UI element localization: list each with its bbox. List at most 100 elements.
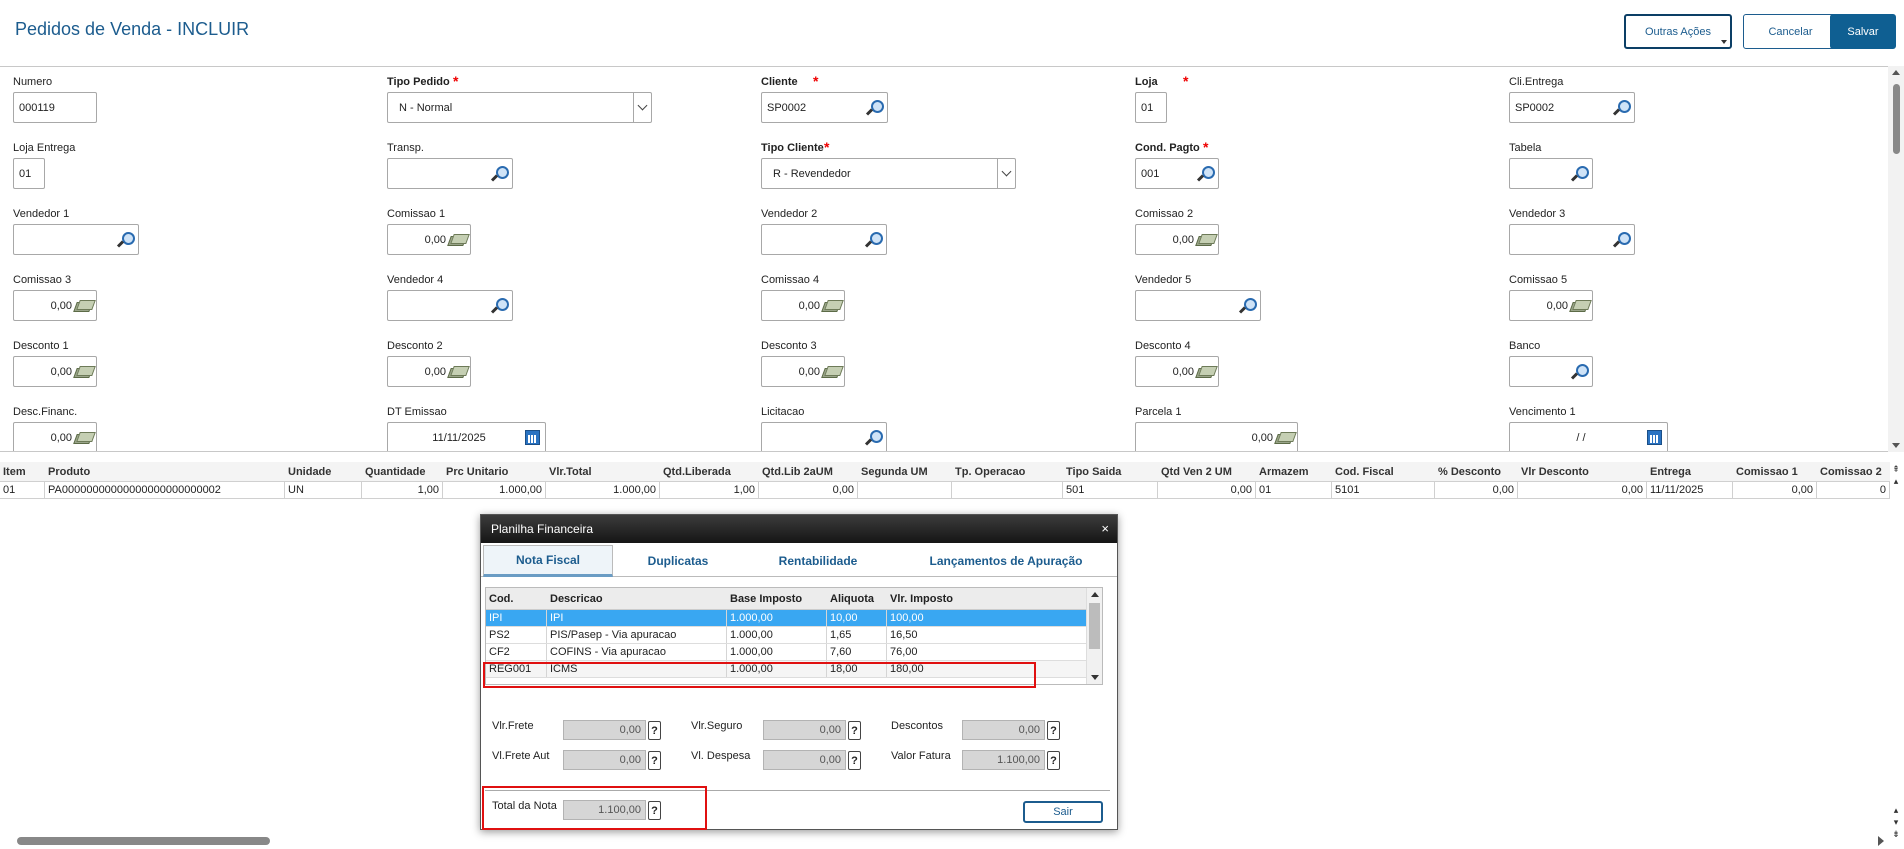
dt-emissao-input[interactable]: 11/11/2025 (387, 422, 546, 451)
cell-comissao-1[interactable]: 0,00 (1733, 482, 1817, 499)
col-quantidade[interactable]: Quantidade (362, 462, 443, 481)
comissao2-input[interactable]: 0,00 (1135, 224, 1219, 255)
cell-tp-operacao[interactable] (952, 482, 1063, 499)
search-icon[interactable] (867, 100, 884, 115)
desc-financ-input[interactable]: 0,00 (13, 422, 97, 451)
scroll-up-icon[interactable]: ▴ (1891, 476, 1901, 486)
scrollbar-thumb[interactable] (1089, 603, 1100, 649)
col-tipo-saida[interactable]: Tipo Saida (1063, 462, 1158, 481)
table-scrollbar[interactable] (1086, 588, 1102, 684)
cliente-input[interactable]: SP0002 (761, 92, 888, 123)
col-comissao-1[interactable]: Comissao 1 (1733, 462, 1817, 481)
search-icon[interactable] (866, 430, 883, 445)
loja-input[interactable]: 01 (1135, 92, 1167, 123)
search-icon[interactable] (1614, 100, 1631, 115)
tabela-input[interactable] (1509, 158, 1593, 189)
cell-quantidade[interactable]: 1,00 (362, 482, 443, 499)
money-icon[interactable] (1276, 432, 1292, 443)
vendedor5-input[interactable] (1135, 290, 1261, 321)
desconto2-input[interactable]: 0,00 (387, 356, 471, 387)
cell-entrega[interactable]: 11/11/2025 (1647, 482, 1733, 499)
scroll-up-icon[interactable]: ▴ (1891, 805, 1901, 815)
money-icon[interactable] (1571, 300, 1587, 311)
scroll-down-icon[interactable]: ▾ (1891, 817, 1901, 827)
help-button[interactable]: ? (848, 721, 861, 740)
cell-unidade[interactable]: UN (285, 482, 362, 499)
cell-qtd-liberada[interactable]: 1,00 (660, 482, 759, 499)
money-icon[interactable] (449, 234, 465, 245)
licitacao-input[interactable] (761, 422, 887, 451)
banco-input[interactable] (1509, 356, 1593, 387)
cell-qtd-lib-2aum[interactable]: 0,00 (759, 482, 858, 499)
tab-nota-fiscal[interactable]: Nota Fiscal (483, 545, 613, 577)
cell-prc-unitario[interactable]: 1.000,00 (443, 482, 546, 499)
cell-comissao-2[interactable]: 0 (1817, 482, 1890, 499)
vendedor1-input[interactable] (13, 224, 139, 255)
table-row[interactable]: PS2 PIS/Pasep - Via apuracao 1.000,00 1,… (486, 627, 1086, 644)
close-icon[interactable]: × (1101, 522, 1109, 535)
vendedor3-input[interactable] (1509, 224, 1635, 255)
table-row[interactable]: REG001 ICMS 1.000,00 18,00 180,00 (486, 661, 1086, 678)
search-icon[interactable] (866, 232, 883, 247)
vendedor2-input[interactable] (761, 224, 887, 255)
help-button[interactable]: ? (648, 721, 661, 740)
cell-produto[interactable]: PA00000000000000000000000002 (45, 482, 285, 499)
search-icon[interactable] (492, 166, 509, 181)
col-produto[interactable]: Produto (45, 462, 285, 481)
search-icon[interactable] (1572, 166, 1589, 181)
col-qtd-lib-2aum[interactable]: Qtd.Lib 2aUM (759, 462, 858, 481)
col-tp-operacao[interactable]: Tp. Operacao (952, 462, 1063, 481)
col-qtd-ven-2-um[interactable]: Qtd Ven 2 UM (1158, 462, 1256, 481)
col-armazem[interactable]: Armazem (1256, 462, 1332, 481)
cell-pct-desconto[interactable]: 0,00 (1435, 482, 1518, 499)
calendar-icon[interactable] (525, 430, 540, 445)
cancel-button[interactable]: Cancelar (1743, 14, 1838, 49)
scroll-top-icon[interactable]: ⇞ (1891, 464, 1901, 474)
desconto4-input[interactable]: 0,00 (1135, 356, 1219, 387)
cell-cod-fiscal[interactable]: 5101 (1332, 482, 1435, 499)
col-vlr-total[interactable]: Vlr.Total (546, 462, 660, 481)
money-icon[interactable] (823, 366, 839, 377)
tab-duplicatas[interactable]: Duplicatas (618, 545, 738, 577)
help-button[interactable]: ? (648, 751, 661, 770)
cell-armazem[interactable]: 01 (1256, 482, 1332, 499)
cell-segunda-um[interactable] (858, 482, 952, 499)
numero-input[interactable]: 000119 (13, 92, 97, 123)
money-icon[interactable] (75, 366, 91, 377)
col-prc-unitario[interactable]: Prc Unitario (443, 462, 546, 481)
search-icon[interactable] (1198, 166, 1215, 181)
search-icon[interactable] (1240, 298, 1257, 313)
cond-pagto-input[interactable]: 001 (1135, 158, 1219, 189)
calendar-icon[interactable] (1647, 430, 1662, 445)
vencimento1-input[interactable]: / / (1509, 422, 1668, 451)
search-icon[interactable] (118, 232, 135, 247)
col-item[interactable]: Item (0, 462, 45, 481)
comissao4-input[interactable]: 0,00 (761, 290, 845, 321)
money-icon[interactable] (75, 432, 91, 443)
help-button[interactable]: ? (848, 751, 861, 770)
cli-entrega-input[interactable]: SP0002 (1509, 92, 1635, 123)
scrollbar-thumb[interactable] (17, 837, 270, 845)
desconto3-input[interactable]: 0,00 (761, 356, 845, 387)
parcela1-input[interactable]: 0,00 (1135, 422, 1298, 451)
cell-tipo-saida[interactable]: 501 (1063, 482, 1158, 499)
col-vlr-desconto[interactable]: Vlr Desconto (1518, 462, 1647, 481)
scrollbar-thumb[interactable] (1893, 84, 1900, 154)
money-icon[interactable] (1197, 234, 1213, 245)
col-comissao-2[interactable]: Comissao 2 (1817, 462, 1890, 481)
money-icon[interactable] (823, 300, 839, 311)
scroll-up-icon[interactable] (1892, 70, 1900, 75)
save-button[interactable]: Salvar (1830, 14, 1896, 49)
cell-qtd-ven-2-um[interactable]: 0,00 (1158, 482, 1256, 499)
col-cod-fiscal[interactable]: Cod. Fiscal (1332, 462, 1435, 481)
cell-vlr-desconto[interactable]: 0,00 (1518, 482, 1647, 499)
scroll-right-icon[interactable] (1878, 836, 1884, 846)
search-icon[interactable] (1614, 232, 1631, 247)
col-pct-desconto[interactable]: % Desconto (1435, 462, 1518, 481)
sair-button[interactable]: Sair (1023, 801, 1103, 823)
cell-vlr-total[interactable]: 1.000,00 (546, 482, 660, 499)
scroll-bottom-icon[interactable]: ⇟ (1891, 829, 1901, 839)
help-button[interactable]: ? (648, 801, 661, 820)
table-row[interactable]: 01 PA00000000000000000000000002 UN 1,00 1.00… (0, 482, 1890, 499)
scroll-down-icon[interactable] (1091, 675, 1099, 680)
